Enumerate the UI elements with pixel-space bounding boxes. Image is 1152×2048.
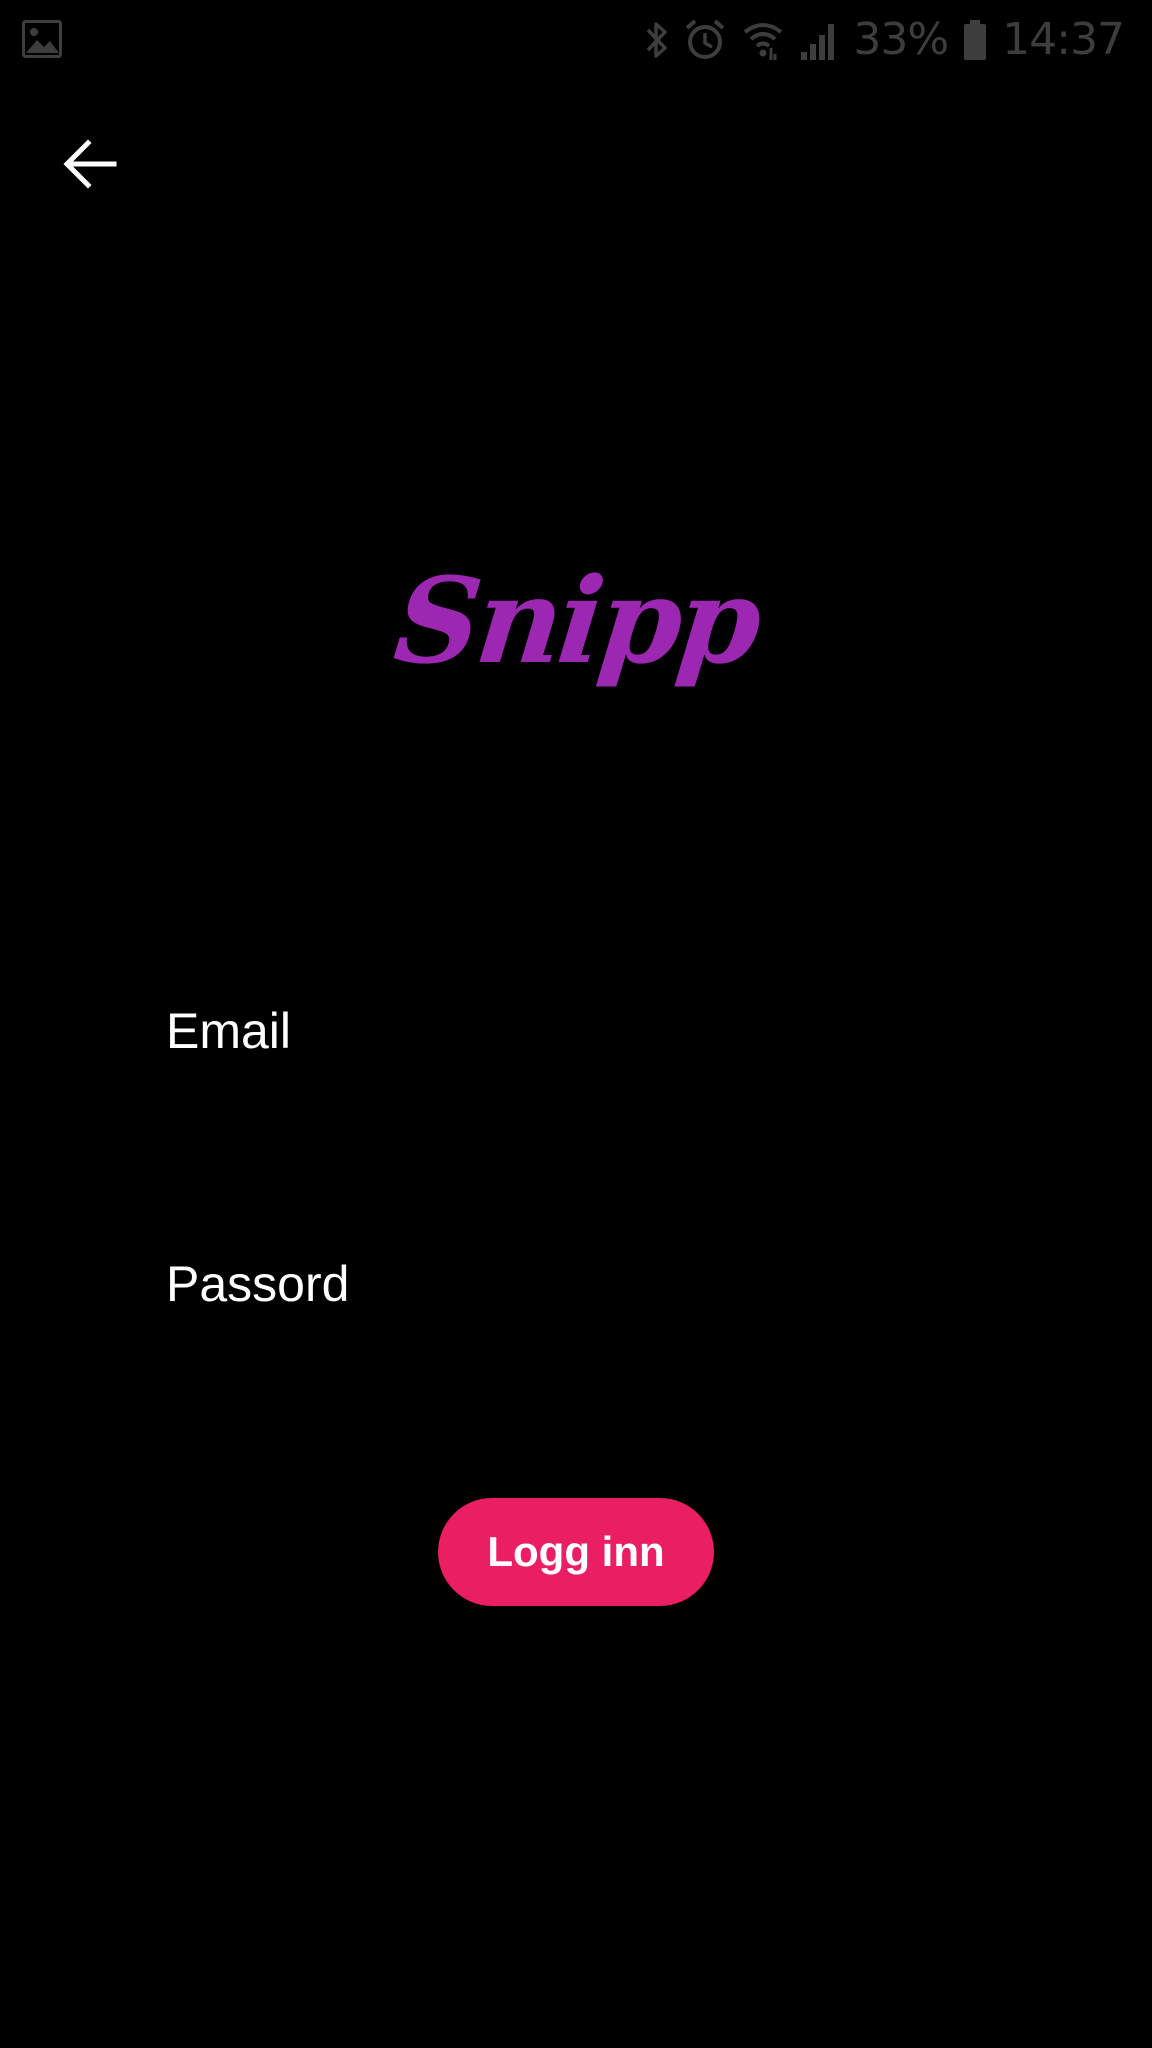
image-notification-icon xyxy=(22,20,62,58)
status-icons: 33% 14:37 xyxy=(645,14,1125,66)
status-bar: 33% 14:37 xyxy=(0,0,1152,80)
email-field[interactable]: Email xyxy=(166,975,986,1085)
login-button[interactable]: Logg inn xyxy=(438,1498,714,1606)
email-input[interactable] xyxy=(166,975,986,1085)
password-field[interactable]: Passord xyxy=(166,1228,986,1338)
cellular-signal-icon xyxy=(799,18,839,62)
battery-percent: 33% xyxy=(853,14,949,65)
battery-icon xyxy=(962,18,988,62)
logo-text: Snipp xyxy=(388,550,764,690)
back-button[interactable] xyxy=(40,116,140,216)
alarm-icon xyxy=(683,18,727,62)
wifi-icon xyxy=(741,18,785,62)
bluetooth-icon xyxy=(645,18,669,62)
status-time: 14:37 xyxy=(1002,14,1125,65)
password-input[interactable] xyxy=(166,1228,986,1338)
arrow-left-icon xyxy=(60,134,120,199)
app-logo: Snipp xyxy=(0,530,1152,710)
